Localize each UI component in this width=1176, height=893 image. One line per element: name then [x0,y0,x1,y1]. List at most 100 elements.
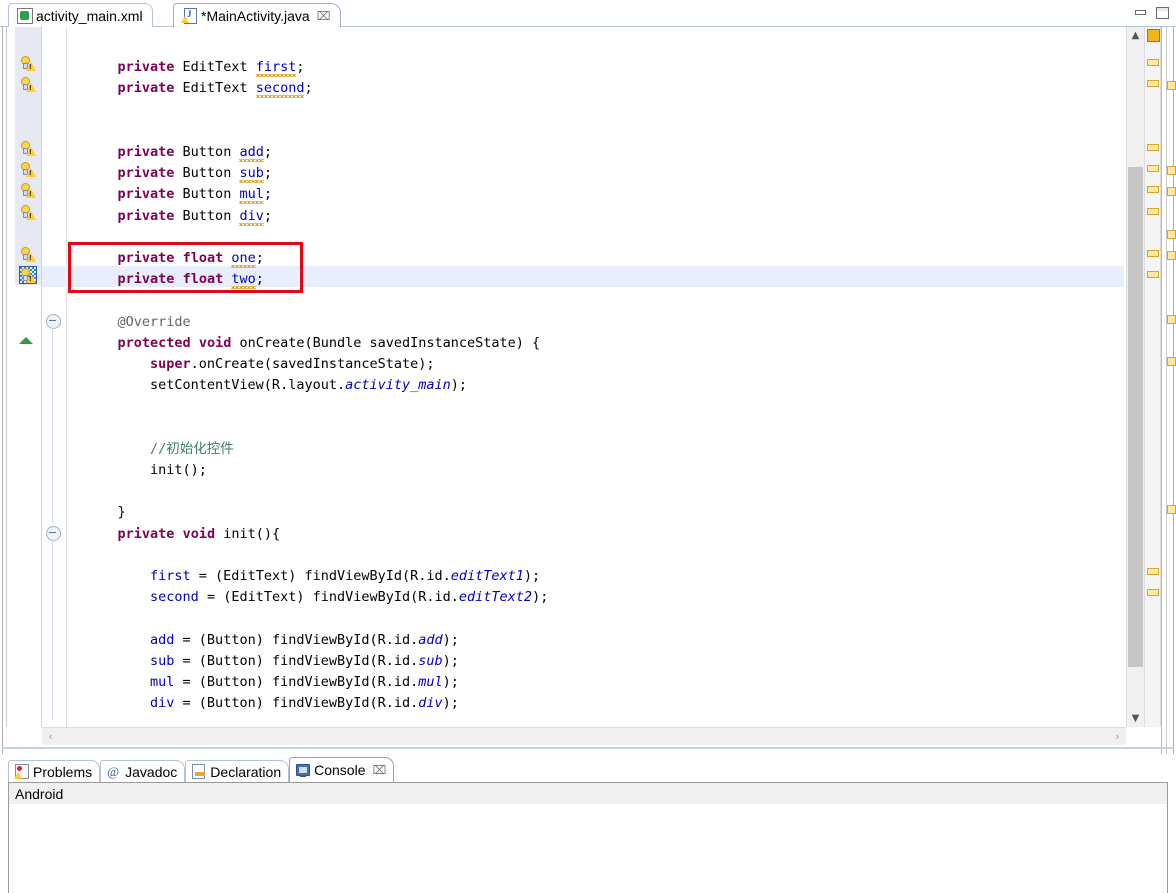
warning-marker-icon[interactable]: ! [20,182,36,199]
editor-tab-label: *MainActivity.java [201,7,310,24]
outer-warning-mark [1167,357,1176,366]
problems-icon [14,764,29,779]
editor-left-edge-inner [6,27,7,727]
code-line: //初始化控件 [150,440,234,457]
maximize-icon[interactable] [1155,6,1170,19]
code-line: } [85,504,126,521]
eclipse-ide-window: activity_main.xml *MainActivity.java ⌧ !!!… [0,0,1176,893]
editor-tab-mainactivity-java[interactable]: *MainActivity.java ⌧ [173,3,341,27]
code-line: private Button mul; [117,186,272,203]
vertical-scrollbar-thumb[interactable] [1128,167,1143,667]
overview-warning-mark[interactable] [1147,589,1159,597]
code-editor: !!!!!!!! private EditText first; private… [0,27,1176,754]
code-line: super.onCreate(savedInstanceState); [150,356,435,372]
code-line: setContentView(R.layout.activity_main); [85,377,468,394]
editor-right-edge [1161,27,1162,754]
java-file-warning-icon [181,8,197,24]
folding-ruler[interactable] [42,27,67,727]
code-line: private EditText second; [117,80,313,97]
bottom-tabs-container: Problems @ Javadoc Declaration Console ⌧ [8,756,395,782]
fold-collapse-icon[interactable] [46,525,61,541]
fold-collapse-icon[interactable] [46,313,61,329]
scroll-left-arrow-icon[interactable]: ‹ [42,728,59,745]
annotation-ruler[interactable]: !!!!!!!! [15,27,42,727]
code-line: first = (EditText) findViewById(R.id.edi… [150,568,541,584]
code-line: private void init(){ [117,525,281,542]
overview-warning-mark[interactable] [1147,207,1159,215]
overview-warning-mark[interactable] [1147,250,1159,257]
editor-right-edge-3 [1173,27,1174,754]
horizontal-scrollbar[interactable]: ‹ › [42,727,1126,745]
overview-status-icon[interactable] [1147,29,1160,42]
bottom-view-panel: Problems @ Javadoc Declaration Console ⌧ Andr… [0,756,1176,893]
bottom-tab-javadoc[interactable]: @ Javadoc [100,760,186,782]
fold-range-line [52,539,53,720]
scroll-up-arrow-icon[interactable]: ▲ [1127,27,1144,44]
editor-bottom-border [2,747,1174,749]
overview-warning-mark[interactable] [1147,186,1159,194]
minimize-icon[interactable] [1133,6,1148,19]
code-line: private Button sub; [117,165,272,182]
bottom-tab-label: Console [314,762,366,778]
warning-marker-icon[interactable]: ! [20,161,36,178]
code-line: private float one; [117,250,264,266]
bottom-tab-console[interactable]: Console ⌧ [289,757,395,782]
overview-warning-mark[interactable] [1147,144,1159,151]
editor-tab-bar: activity_main.xml *MainActivity.java ⌧ [0,0,1176,27]
bottom-tab-label: Problems [33,763,93,780]
console-icon [295,763,311,778]
code-text-area[interactable]: private EditText first; private EditText… [67,27,1124,727]
outer-warning-mark [1167,166,1176,176]
fold-range-line [52,327,53,523]
bottom-tab-declaration[interactable]: Declaration [185,760,290,782]
window-controls [1133,6,1170,19]
overview-ruler[interactable] [1144,27,1161,727]
warning-marker-icon[interactable]: ! [20,140,36,156]
warning-marker-icon[interactable]: ! [20,55,36,72]
code-line: private float two; [117,271,264,288]
code-line: div = (Button) findViewById(R.id.div); [150,695,459,712]
outer-warning-mark [1167,229,1176,239]
code-line: private Button div; [117,207,272,224]
xml-file-icon [17,8,33,24]
bottom-tab-label: Javadoc [125,763,178,780]
editor-right-edge-2 [1166,27,1167,754]
warning-marker-icon[interactable]: ! [20,76,36,93]
scroll-down-arrow-icon[interactable]: ▼ [1127,710,1144,727]
code-line: init(); [85,462,207,478]
editor-tab-label: activity_main.xml [36,7,143,24]
code-line: protected void onCreate(Bundle savedInst… [117,334,541,351]
declaration-icon [191,764,206,779]
code-line: mul = (Button) findViewById(R.id.mul); [150,674,459,690]
change-bar-marker-icon [19,336,33,344]
javadoc-icon: @ [107,764,120,779]
vertical-scrollbar[interactable]: ▲ ▼ [1126,27,1144,727]
overview-warning-mark[interactable] [1147,165,1159,173]
scroll-right-arrow-icon[interactable]: › [1109,728,1126,745]
bottom-tab-label: Declaration [210,763,282,780]
warning-marker-icon[interactable]: ! [20,246,36,262]
code-line: sub = (Button) findViewById(R.id.sub); [150,652,459,669]
console-title: Android [15,785,64,802]
overview-warning-mark[interactable] [1147,271,1159,279]
bottom-tab-problems[interactable]: Problems [8,760,101,782]
warning-marker-icon[interactable]: ! [20,204,36,220]
warning-marker-selected-icon[interactable]: ! [20,267,36,284]
editor-left-edge [2,27,3,754]
outer-warning-mark [1167,81,1176,91]
console-output[interactable] [8,804,1168,893]
code-line: add = (Button) findViewById(R.id.add); [150,631,459,648]
code-line: second = (EditText) findViewById(R.id.ed… [150,589,549,606]
outer-warning-mark [1167,505,1176,515]
outer-warning-mark [1167,187,1176,197]
code-line: private Button add; [117,144,272,160]
close-icon[interactable]: ⌧ [317,10,331,22]
outer-warning-mark [1167,314,1176,324]
close-icon[interactable]: ⌧ [373,763,387,777]
current-line-gutter-highlight [42,266,67,288]
overview-warning-mark[interactable] [1147,59,1159,67]
editor-tab-activity-main-xml[interactable]: activity_main.xml [8,3,153,27]
overview-warning-mark[interactable] [1147,80,1159,88]
overview-warning-mark[interactable] [1147,568,1159,575]
code-line: @Override [85,313,191,330]
